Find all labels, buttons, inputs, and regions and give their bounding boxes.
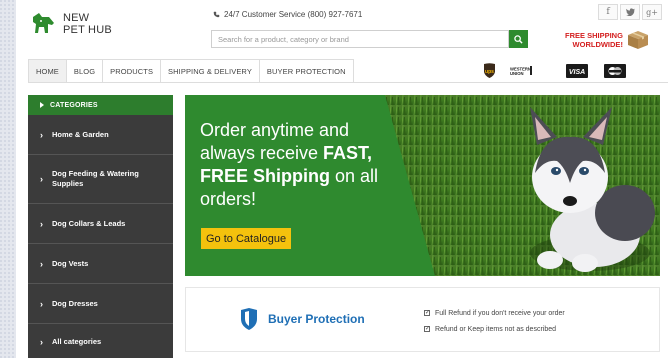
logo-line2: PET HUB: [63, 24, 112, 36]
free-shipping-line1: FREE SHIPPING: [565, 31, 623, 40]
search-bar: [211, 30, 528, 48]
social-links: f g+: [596, 4, 662, 20]
caret-right-icon: [40, 102, 44, 108]
buyer-protection-panel: Buyer Protection ✓ Full Refund if you do…: [185, 287, 660, 352]
sidebar-item-label: Dog Feeding & Watering Supplies: [52, 169, 139, 188]
logo[interactable]: NEW PET HUB: [30, 11, 112, 37]
page: NEW PET HUB 24/7 Customer Service (800) …: [16, 0, 668, 358]
sidebar-item-label: Dog Collars & Leads: [52, 218, 126, 228]
svg-text:VISA: VISA: [569, 69, 585, 76]
banner-headline: Order anytime and always receive FAST, F…: [200, 119, 378, 211]
svg-text:ups: ups: [485, 69, 494, 75]
sidebar-item-label: All categories: [52, 337, 102, 346]
free-shipping-badge: FREE SHIPPING WORLDWIDE!: [565, 30, 649, 50]
nav-products[interactable]: PRODUCTS: [103, 60, 162, 82]
nav-home[interactable]: HOME: [29, 60, 67, 82]
chevron-right-icon: ›: [40, 218, 43, 229]
search-button[interactable]: [509, 30, 528, 48]
twitter-icon[interactable]: [620, 4, 640, 20]
go-to-catalogue-button[interactable]: Go to Catalogue: [201, 228, 292, 249]
nav-shipping-delivery[interactable]: SHIPPING & DELIVERY: [161, 60, 260, 82]
sidebar-item-label: Dog Dresses: [52, 298, 98, 308]
western-union-logo-icon: WESTERN UNION: [510, 63, 550, 79]
sidebar-item-all-categories[interactable]: › All categories: [28, 324, 173, 358]
sidebar-item-label: Home & Garden: [52, 129, 109, 139]
checkbox-icon: ✓: [424, 326, 431, 332]
sidebar-item-home-garden[interactable]: › Home & Garden: [28, 115, 173, 154]
categories-sidebar: CATEGORIES › Home & Garden › Dog Feeding…: [28, 95, 173, 358]
banner-line2-bold: FAST,: [323, 143, 373, 163]
logo-line1: NEW: [63, 12, 90, 24]
nav-buyer-protection[interactable]: BUYER PROTECTION: [260, 60, 354, 82]
categories-header: CATEGORIES: [28, 95, 173, 115]
search-input[interactable]: [211, 30, 509, 48]
banner-line4: orders!: [200, 189, 257, 209]
checkbox-icon: ✓: [424, 310, 431, 316]
nav-divider: [28, 82, 668, 83]
google-plus-icon[interactable]: g+: [642, 4, 662, 20]
logo-text: NEW PET HUB: [63, 12, 112, 36]
hero-banner[interactable]: Order anytime and always receive FAST, F…: [185, 95, 660, 276]
phone-icon: [213, 11, 220, 18]
chevron-right-icon: ›: [40, 337, 43, 347]
buyer-protection-point: Full Refund if you don't receive your or…: [435, 309, 565, 317]
ups-logo-icon: ups: [482, 63, 496, 79]
free-shipping-text: FREE SHIPPING WORLDWIDE!: [565, 31, 623, 49]
svg-text:UNION: UNION: [510, 71, 524, 76]
list-item: ✓ Full Refund if you don't receive your …: [424, 305, 565, 321]
sidebar-item-dog-vests[interactable]: › Dog Vests: [28, 244, 173, 283]
shield-icon: [241, 308, 257, 330]
banner-line3-bold: FREE Shipping: [200, 166, 330, 186]
sidebar-item-dog-dresses[interactable]: › Dog Dresses: [28, 284, 173, 323]
mastercard-logo-icon: [604, 63, 626, 79]
dog-logo-icon: [33, 13, 54, 33]
banner-line2-text: always receive: [200, 143, 324, 163]
buyer-protection-title: Buyer Protection: [268, 312, 365, 326]
package-box-icon: [627, 31, 648, 49]
banner-line1: Order anytime and: [200, 120, 350, 140]
visa-logo-icon: VISA: [566, 63, 588, 79]
search-icon: [514, 34, 523, 44]
banner-line3-text: on all: [330, 166, 379, 186]
chevron-right-icon: ›: [40, 258, 43, 269]
sidebar-item-dog-collars[interactable]: › Dog Collars & Leads: [28, 204, 173, 243]
sidebar-item-dog-feeding[interactable]: › Dog Feeding & Watering Supplies: [28, 155, 173, 203]
customer-service: 24/7 Customer Service (800) 927-7671: [213, 10, 362, 19]
nav-blog[interactable]: BLOG: [67, 60, 104, 82]
main-nav: HOME BLOG PRODUCTS SHIPPING & DELIVERY B…: [28, 59, 354, 83]
sidebar-item-label: Dog Vests: [52, 258, 89, 268]
free-shipping-line2: WORLDWIDE!: [572, 40, 623, 49]
list-item: ✓ Refund or Keep items not as described: [424, 321, 565, 337]
customer-service-text: 24/7 Customer Service (800) 927-7671: [224, 10, 363, 19]
chevron-right-icon: ›: [40, 298, 43, 309]
facebook-icon[interactable]: f: [598, 4, 618, 20]
buyer-protection-point: Refund or Keep items not as described: [435, 325, 557, 333]
categories-title: CATEGORIES: [50, 101, 98, 109]
buyer-protection-list: ✓ Full Refund if you don't receive your …: [424, 305, 565, 337]
chevron-right-icon: ›: [40, 129, 43, 140]
chevron-right-icon: ›: [40, 174, 43, 184]
